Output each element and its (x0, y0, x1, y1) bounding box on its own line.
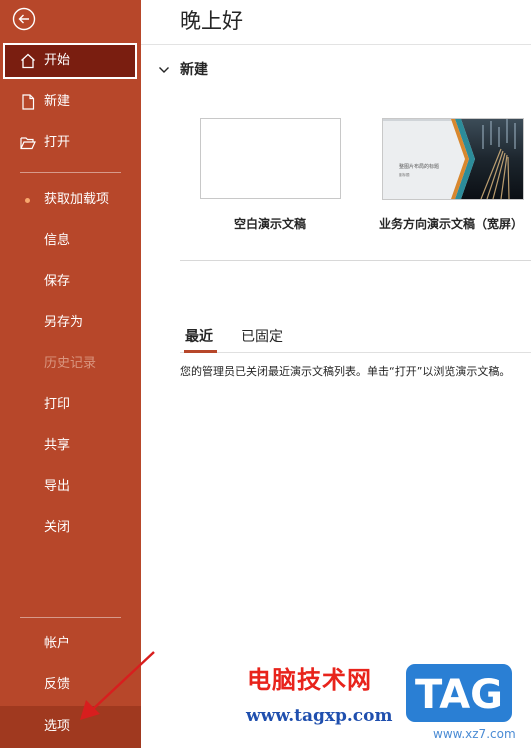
sidebar-item-label: 帐户 (44, 636, 71, 651)
sidebar-item-label: 选项 (44, 719, 71, 734)
template-preview-title: 整图片布局的标题 (399, 163, 439, 170)
sidebar-item-info[interactable]: 信息 (3, 223, 137, 259)
sidebar-item-history: 历史记录 (3, 346, 137, 382)
sidebar-item-label: 打印 (44, 397, 71, 412)
home-icon (21, 53, 35, 69)
sidebar-item-label: 打开 (44, 135, 71, 150)
annotation-arrow-icon (80, 651, 155, 720)
page-title: 晚上好 (180, 9, 243, 33)
sidebar-item-save[interactable]: 保存 (3, 264, 137, 300)
chevron-down-icon (159, 67, 169, 73)
sidebar-item-export[interactable]: 导出 (3, 469, 137, 505)
tab-recent[interactable]: 最近 (185, 327, 213, 347)
active-tab-indicator (184, 350, 217, 353)
backstage-sidebar: 开始 新建 打开 获取加载项 信息 保存 另存为 历史记录 打印 共享 导出 关… (0, 0, 141, 748)
watermark-site: www.xz7.com (433, 727, 516, 741)
template-preview-image: 整图片布局的标题 副标题 (383, 119, 523, 199)
template-thumbnail-blank[interactable] (200, 118, 341, 199)
sidebar-item-print[interactable]: 打印 (3, 387, 137, 423)
template-label-blank[interactable]: 空白演示文稿 (234, 216, 306, 232)
sidebar-item-share[interactable]: 共享 (3, 428, 137, 464)
sidebar-item-label: 开始 (44, 53, 71, 68)
watermark-text: 电脑技术网 (247, 666, 372, 694)
sidebar-item-label: 获取加载项 (44, 192, 110, 207)
powerpoint-backstage: 开始 新建 打开 获取加载项 信息 保存 另存为 历史记录 打印 共享 导出 关… (0, 0, 531, 748)
sidebar-item-label: 另存为 (44, 315, 84, 330)
sidebar-item-close[interactable]: 关闭 (3, 510, 137, 546)
tab-strip-line (180, 352, 531, 353)
sidebar-item-get-addins[interactable]: 获取加载项 (3, 182, 137, 218)
sidebar-item-label: 反馈 (44, 677, 71, 692)
sidebar-item-new[interactable]: 新建 (3, 84, 137, 120)
sidebar-item-label: 保存 (44, 274, 71, 289)
sidebar-item-label: 关闭 (44, 520, 71, 535)
sidebar-item-save-as[interactable]: 另存为 (3, 305, 137, 341)
sidebar-item-label: 导出 (44, 479, 71, 494)
section-divider (180, 260, 531, 261)
backstage-main: 晚上好 新建 空白演示文稿 整图片布局的标题 副标题 业务方向演示文稿（宽屏） … (141, 0, 531, 748)
tag-logo-icon: TAG (404, 662, 514, 724)
sidebar-item-label: 信息 (44, 233, 71, 248)
sidebar-divider (20, 172, 121, 173)
template-thumbnail-business[interactable]: 整图片布局的标题 副标题 (382, 118, 524, 200)
sidebar-item-label: 历史记录 (44, 356, 97, 371)
document-icon (22, 94, 35, 110)
sidebar-divider (20, 617, 121, 618)
watermark-url: www.tagxp.com (246, 706, 393, 726)
sidebar-item-label: 共享 (44, 438, 71, 453)
recent-disabled-message: 您的管理员已关闭最近演示文稿列表。单击“打开”以浏览演示文稿。 (180, 365, 511, 378)
sidebar-item-open[interactable]: 打开 (3, 125, 137, 161)
tag-logo-text: TAG (415, 672, 503, 718)
section-heading: 新建 (180, 62, 208, 78)
sidebar-item-label: 新建 (44, 94, 71, 109)
notification-dot-icon (25, 198, 30, 203)
folder-open-icon (20, 137, 36, 150)
header-divider (141, 44, 531, 45)
template-preview-subtitle: 副标题 (399, 172, 410, 177)
tab-pinned[interactable]: 已固定 (241, 327, 283, 347)
template-label-business[interactable]: 业务方向演示文稿（宽屏） (379, 216, 523, 232)
sidebar-item-home[interactable]: 开始 (3, 43, 137, 79)
back-arrow-icon[interactable] (12, 7, 36, 31)
